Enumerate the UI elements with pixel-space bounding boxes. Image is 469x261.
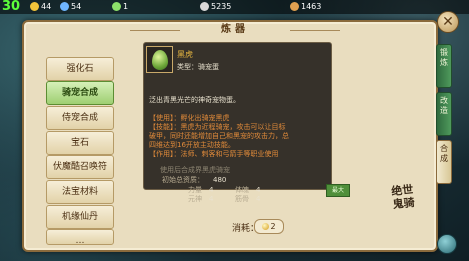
menu-item-summon-talisman[interactable]: 伏魔酷召唤符 — [46, 155, 114, 179]
combo-hint: 使用后合成界黑虎骑宠 — [160, 166, 230, 174]
stat-value-physique: 4 — [256, 186, 261, 194]
max-button[interactable]: 最大 — [326, 184, 350, 197]
stat-label-physique: 体魄 — [235, 186, 249, 194]
gem-icon — [60, 2, 69, 11]
silver-counter: 5235 — [200, 1, 231, 13]
menu-item-gem[interactable]: 宝石 — [46, 131, 114, 155]
item-name: 黑虎 — [177, 50, 193, 59]
silver-value: 5235 — [211, 2, 232, 11]
item-type: 类型：骑宠蛋 — [177, 63, 219, 71]
item-detail-line-5: 【作用】：法师、刺客和弓箭手等职业使用 — [149, 150, 279, 158]
gem-counter: 54 — [60, 1, 81, 13]
game-logo-watermark: 绝世 鬼骑 — [384, 182, 423, 212]
item-detail-line-1: 【使用】：孵化出骑宠黑虎 — [149, 114, 230, 122]
item-detail-line-2: 【技能】：黑虎为近程骑宠，攻击可以让目标 — [149, 123, 286, 131]
watermark-text: 绝世 鬼骑 — [390, 182, 416, 212]
menu-item-more[interactable]: … — [46, 229, 114, 245]
close-button[interactable]: ✕ — [437, 11, 459, 33]
fps-counter: 30 — [2, 0, 21, 14]
item-detail-line-4: 四维达到16开放主动技能。 — [149, 141, 235, 149]
menu-item-elixir[interactable]: 机缘仙丹 — [46, 205, 114, 229]
gold-ingot-icon — [30, 2, 39, 11]
status-bar: 30 44 54 1 5235 1463 — [0, 0, 469, 14]
item-detail-line-3: 破甲，同时还能增加自己和黑宠的攻击力，总 — [149, 132, 289, 140]
tab-synthesis[interactable]: 合成 — [436, 140, 452, 184]
menu-item-pet-synthesis[interactable]: 侍宠合成 — [46, 106, 114, 130]
initial-aptitude-value: 480 — [213, 176, 227, 184]
jade-counter: 1 — [112, 1, 128, 13]
coin-icon — [262, 223, 270, 230]
jade-icon — [112, 2, 121, 11]
copper-counter: 1463 — [290, 1, 321, 13]
copper-icon — [290, 2, 299, 11]
gold-ingot-counter: 44 — [30, 1, 51, 13]
title-divider-left — [130, 30, 180, 31]
copper-value: 1463 — [301, 2, 322, 11]
stat-value-spirit: 4 — [209, 195, 214, 203]
item-description: 泛出青黑光芒的神奇宠物蛋。 — [149, 96, 240, 104]
tab-refine[interactable]: 锻炼 — [436, 44, 452, 88]
stat-value-strength: 4 — [209, 186, 214, 194]
menu-item-strengthen-stone[interactable]: 强化石 — [46, 57, 114, 81]
gem-value: 54 — [71, 2, 82, 11]
stat-value-bones: 4 — [256, 195, 261, 203]
silver-icon — [200, 2, 209, 11]
mount-egg-icon — [152, 50, 168, 70]
gold-ingot-value: 44 — [41, 2, 52, 11]
cost-value: 2 — [270, 222, 276, 231]
jade-value: 1 — [123, 2, 129, 11]
chat-button[interactable] — [437, 234, 457, 254]
initial-aptitude-label: 初始总资质： — [162, 176, 204, 184]
menu-item-artifact-material[interactable]: 法宝材料 — [46, 180, 114, 204]
stat-label-strength: 力量 — [188, 186, 202, 194]
stat-label-spirit: 元神 — [188, 195, 202, 203]
stat-label-bones: 筋骨 — [235, 195, 249, 203]
item-icon-frame — [146, 46, 173, 73]
panel-title: 炼器 — [221, 24, 249, 35]
title-divider-right — [290, 30, 340, 31]
cost-box: 2 — [254, 219, 284, 234]
menu-item-mount-synthesis[interactable]: 骑宠合成 — [46, 81, 114, 105]
tab-modify[interactable]: 改造 — [436, 92, 452, 136]
